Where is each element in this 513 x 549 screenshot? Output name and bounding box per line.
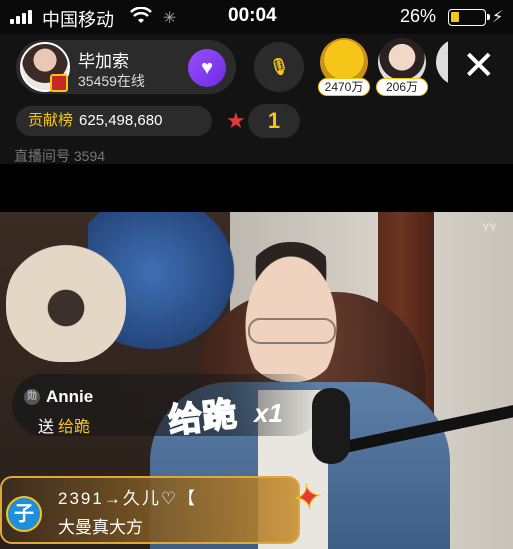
pug-plush [6, 242, 126, 362]
heart-icon: ♥ [201, 56, 213, 79]
rank-value: 1 [248, 104, 300, 138]
sparkle-effect-icon: ✦ [291, 477, 326, 520]
room-id: 直播间号 3594 [14, 148, 106, 164]
host-name: 毕加索 [78, 52, 129, 71]
contribution-label: 贡献榜 [28, 112, 74, 129]
viewer-contribution: 2470万 [318, 78, 370, 96]
chat-sender: 2391→久儿♡【 [58, 489, 198, 508]
gift-combo: x1 [254, 398, 283, 428]
user-badge-icon: 勋 [24, 389, 40, 405]
host-level-badge-icon [50, 74, 68, 92]
top-viewer-3[interactable] [434, 38, 448, 94]
battery-icon [448, 9, 490, 26]
signal-icon [10, 10, 32, 24]
wifi-icon [130, 7, 152, 23]
close-icon: ✕ [462, 44, 496, 88]
watermark: YY [482, 222, 497, 234]
mic-link-icon: 🎙 [268, 59, 290, 76]
mic-link-button[interactable]: 🎙 [254, 42, 304, 92]
follow-button[interactable]: ♥ [188, 49, 226, 87]
contribution-value: 625,498,680 [79, 112, 163, 129]
chat-message: 大曼真大方 [58, 518, 143, 537]
gift-description: 送给跪 [38, 413, 90, 437]
viewer-contribution: 206万 [376, 78, 428, 96]
charging-bolt-icon: ⚡ [492, 9, 504, 26]
streamer-glasses [248, 318, 336, 344]
status-bar: 中国移动 ✳ 00:04 26% ⚡ [0, 0, 513, 34]
battery-percent: 26% [400, 6, 437, 26]
gift-name: 给跪 [58, 419, 91, 436]
streamer-head [236, 242, 346, 382]
user-badge: 子 [6, 496, 42, 532]
gift-verb: 送 [38, 419, 55, 436]
live-room-header: 毕加索 35459在线 ♥ 🎙 2470万 206万 ✕ 贡献榜 625,498,… [0, 34, 513, 164]
close-button[interactable]: ✕ [462, 46, 496, 86]
top-viewer-1[interactable]: 2470万 [318, 38, 370, 96]
clock: 00:04 [228, 5, 277, 26]
contribution-board-button[interactable]: 贡献榜 625,498,680 [16, 106, 212, 136]
viewer-avatar [436, 38, 448, 86]
gift-art-text: 给跪 [166, 395, 239, 441]
gift-sender[interactable]: Annie [46, 387, 93, 407]
carrier-label: 中国移动 [42, 10, 114, 30]
host-info-card[interactable]: 毕加索 35459在线 ♥ [16, 40, 236, 94]
top-viewer-2[interactable]: 206万 [376, 38, 428, 96]
star-icon: ★ [226, 108, 246, 133]
loading-spinner-icon: ✳ [163, 10, 177, 27]
online-count: 35459在线 [78, 73, 145, 89]
